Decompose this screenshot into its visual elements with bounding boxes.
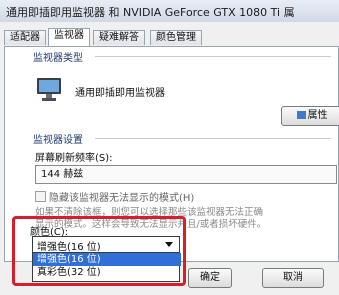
refresh-rate-label: 屏幕刷新频率(S): <box>35 153 113 164</box>
ok-button[interactable]: 确定 <box>188 268 232 288</box>
title-bar: 通用即插即用监视器 和 NVIDIA GeForce GTX 1080 Ti 属 <box>0 0 339 23</box>
tab-strip: 适配器 监视器 疑难解答 颜色管理 <box>0 28 339 46</box>
hide-modes-checkbox[interactable] <box>35 191 46 202</box>
group-divider <box>95 56 331 57</box>
refresh-rate-select[interactable]: 144 赫兹 <box>35 165 337 184</box>
monitor-settings-group-label: 监视器设置 <box>33 135 83 146</box>
tab-troubleshoot[interactable]: 疑难解答 <box>93 30 145 45</box>
hide-modes-label: 隐藏该监视器无法显示的模式(H) <box>49 193 195 204</box>
properties-button[interactable]: 属性 <box>281 106 339 126</box>
window-title: 通用即插即用监视器 和 NVIDIA GeForce GTX 1080 Ti 属 <box>6 6 295 19</box>
tab-adapter[interactable]: 适配器 <box>4 30 46 45</box>
refresh-rate-value: 144 赫兹 <box>41 169 84 180</box>
properties-icon <box>296 111 306 119</box>
monitor-type-group-label: 监视器类型 <box>33 53 83 64</box>
group-divider <box>95 138 331 139</box>
tab-monitor[interactable]: 监视器 <box>48 28 90 46</box>
tab-color-management[interactable]: 颜色管理 <box>150 30 202 45</box>
annotation-highlight-box <box>12 216 186 286</box>
properties-label: 属性 <box>307 110 328 121</box>
monitor-icon <box>37 78 61 101</box>
cancel-button[interactable]: 取消 <box>262 268 324 288</box>
monitor-name: 通用即插即用监视器 <box>75 88 165 99</box>
